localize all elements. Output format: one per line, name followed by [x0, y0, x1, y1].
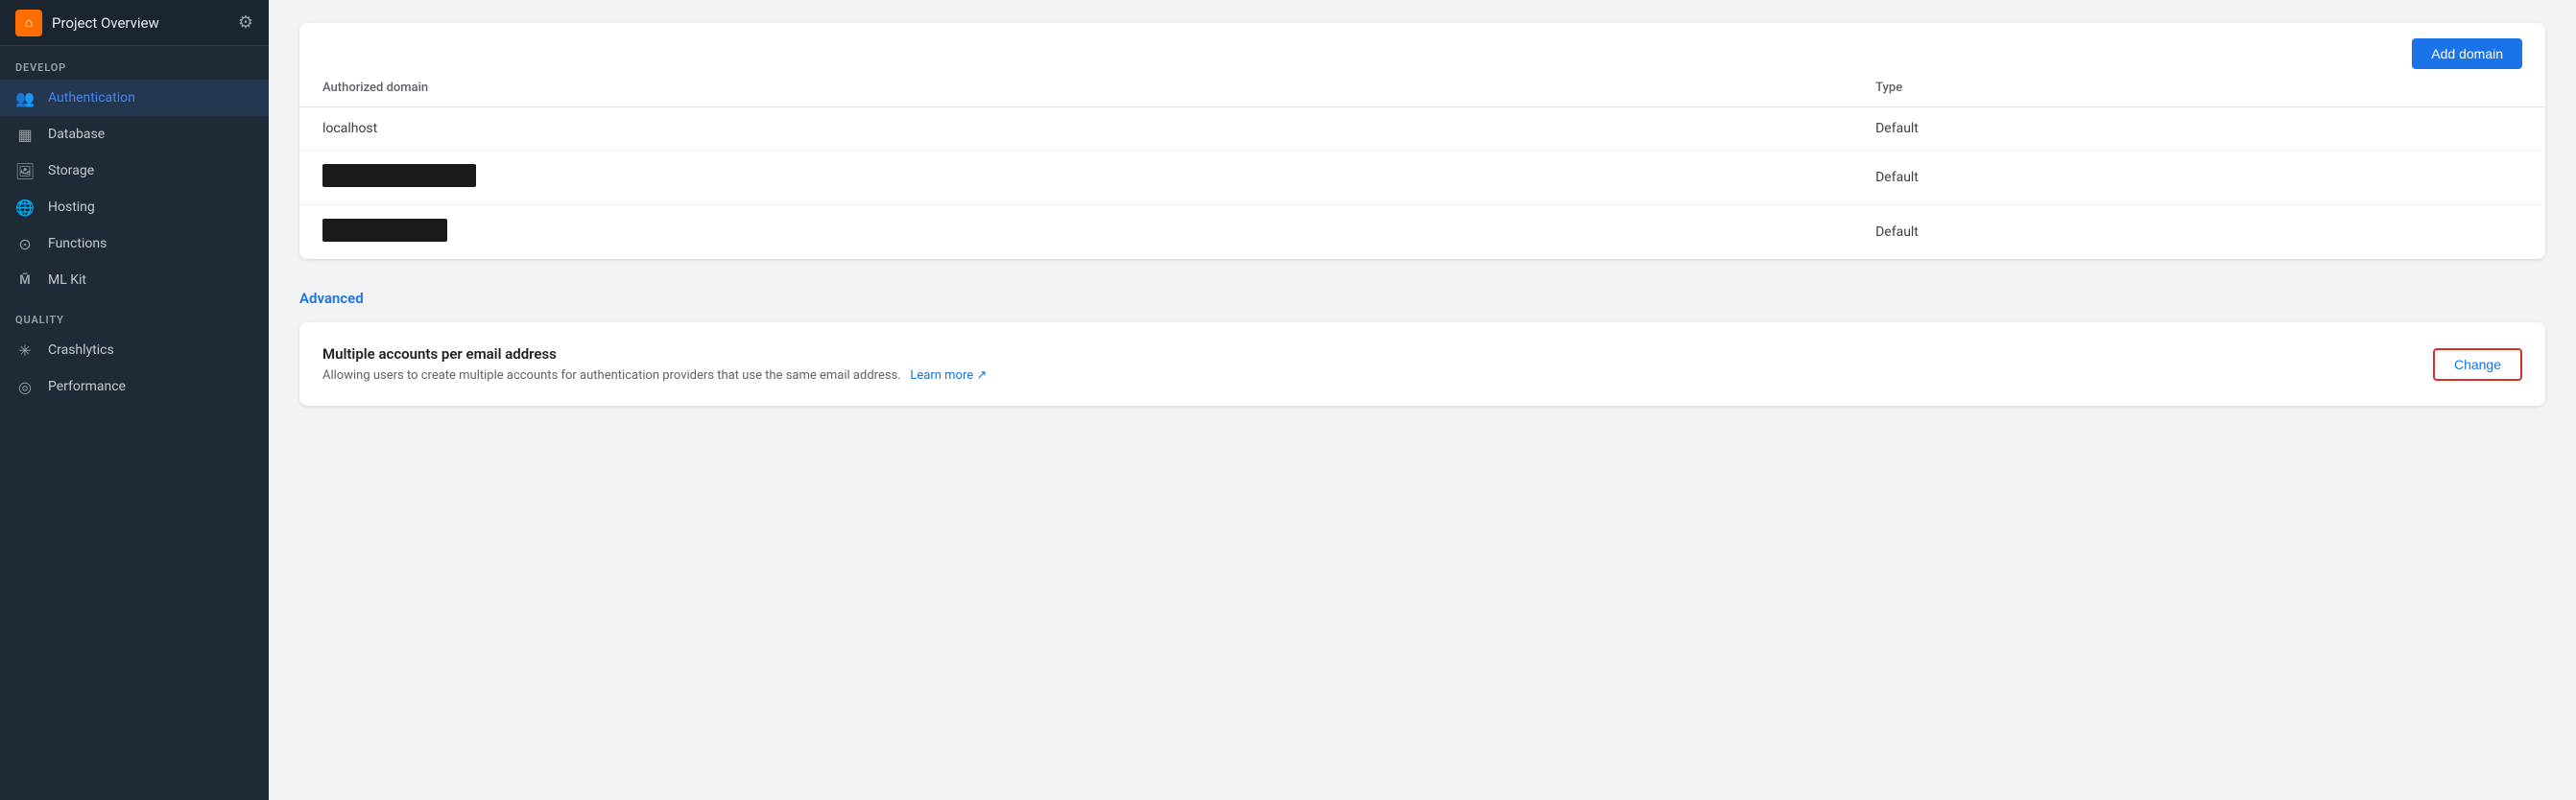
learn-more-link[interactable]: Learn more ↗: [907, 368, 987, 383]
sidebar-item-hosting[interactable]: 🌐 Hosting: [0, 189, 269, 225]
domain-cell-redacted: [299, 205, 1852, 260]
sidebar-item-hosting-label: Hosting: [48, 200, 95, 215]
redacted-domain-2: [322, 219, 447, 242]
sidebar-item-crashlytics[interactable]: ✳ Crashlytics: [0, 332, 269, 368]
sidebar-item-storage[interactable]: 🖼 Storage: [0, 153, 269, 189]
advanced-card: Multiple accounts per email address Allo…: [299, 322, 2545, 406]
mlkit-icon: M̃: [15, 271, 35, 290]
advanced-section: Advanced Multiple accounts per email add…: [299, 282, 2545, 406]
sidebar-item-crashlytics-label: Crashlytics: [48, 342, 114, 358]
sidebar: ⌂ Project Overview ⚙ Develop 👥 Authentic…: [0, 0, 269, 800]
col-authorized-domain: Authorized domain: [299, 69, 1852, 107]
sidebar-project-title: Project Overview: [52, 14, 238, 32]
storage-icon: 🖼: [15, 161, 35, 180]
table-row: Default: [299, 151, 2545, 205]
domain-cell-redacted: [299, 151, 1852, 205]
type-cell: Default: [1852, 107, 2545, 151]
sidebar-header: ⌂ Project Overview ⚙: [0, 0, 269, 46]
col-type: Type: [1852, 69, 2545, 107]
database-icon: ▦: [15, 125, 35, 144]
external-link-icon: ↗: [976, 368, 987, 383]
table-row: localhost Default: [299, 107, 2545, 151]
crashlytics-icon: ✳: [15, 341, 35, 360]
type-cell: Default: [1852, 205, 2545, 260]
sidebar-item-mlkit-label: ML Kit: [48, 272, 86, 288]
main-content: Add domain Authorized domain Type localh…: [269, 0, 2576, 800]
sidebar-item-functions[interactable]: ⊙ Functions: [0, 225, 269, 262]
authentication-icon: 👥: [15, 88, 35, 107]
authorized-domains-card: Add domain Authorized domain Type localh…: [299, 23, 2545, 259]
sidebar-item-mlkit[interactable]: M̃ ML Kit: [0, 262, 269, 298]
advanced-section-title: Advanced: [299, 282, 2545, 322]
add-domain-button[interactable]: Add domain: [2412, 38, 2522, 69]
table-row: Default: [299, 205, 2545, 260]
card-top-actions: Add domain: [299, 23, 2545, 69]
sidebar-item-functions-label: Functions: [48, 236, 107, 251]
sidebar-item-performance[interactable]: ◎ Performance: [0, 368, 269, 405]
advanced-card-title: Multiple accounts per email address: [322, 345, 987, 363]
settings-gear-icon[interactable]: ⚙: [238, 12, 253, 33]
advanced-card-text: Multiple accounts per email address Allo…: [322, 345, 987, 383]
performance-icon: ◎: [15, 377, 35, 396]
authorized-domains-table: Authorized domain Type localhost Default…: [299, 69, 2545, 259]
develop-section-label: Develop: [0, 46, 269, 80]
sidebar-item-performance-label: Performance: [48, 379, 126, 394]
sidebar-item-database[interactable]: ▦ Database: [0, 116, 269, 153]
sidebar-item-authentication[interactable]: 👥 Authentication: [0, 80, 269, 116]
quality-section-label: Quality: [0, 298, 269, 332]
functions-icon: ⊙: [15, 234, 35, 253]
type-cell: Default: [1852, 151, 2545, 205]
domain-cell: localhost: [299, 107, 1852, 151]
sidebar-item-authentication-label: Authentication: [48, 90, 135, 106]
sidebar-item-storage-label: Storage: [48, 163, 94, 178]
sidebar-item-database-label: Database: [48, 127, 105, 142]
change-button[interactable]: Change: [2433, 348, 2522, 381]
home-icon: ⌂: [15, 10, 42, 36]
advanced-card-description: Allowing users to create multiple accoun…: [322, 368, 987, 383]
redacted-domain-1: [322, 164, 476, 187]
hosting-icon: 🌐: [15, 198, 35, 217]
